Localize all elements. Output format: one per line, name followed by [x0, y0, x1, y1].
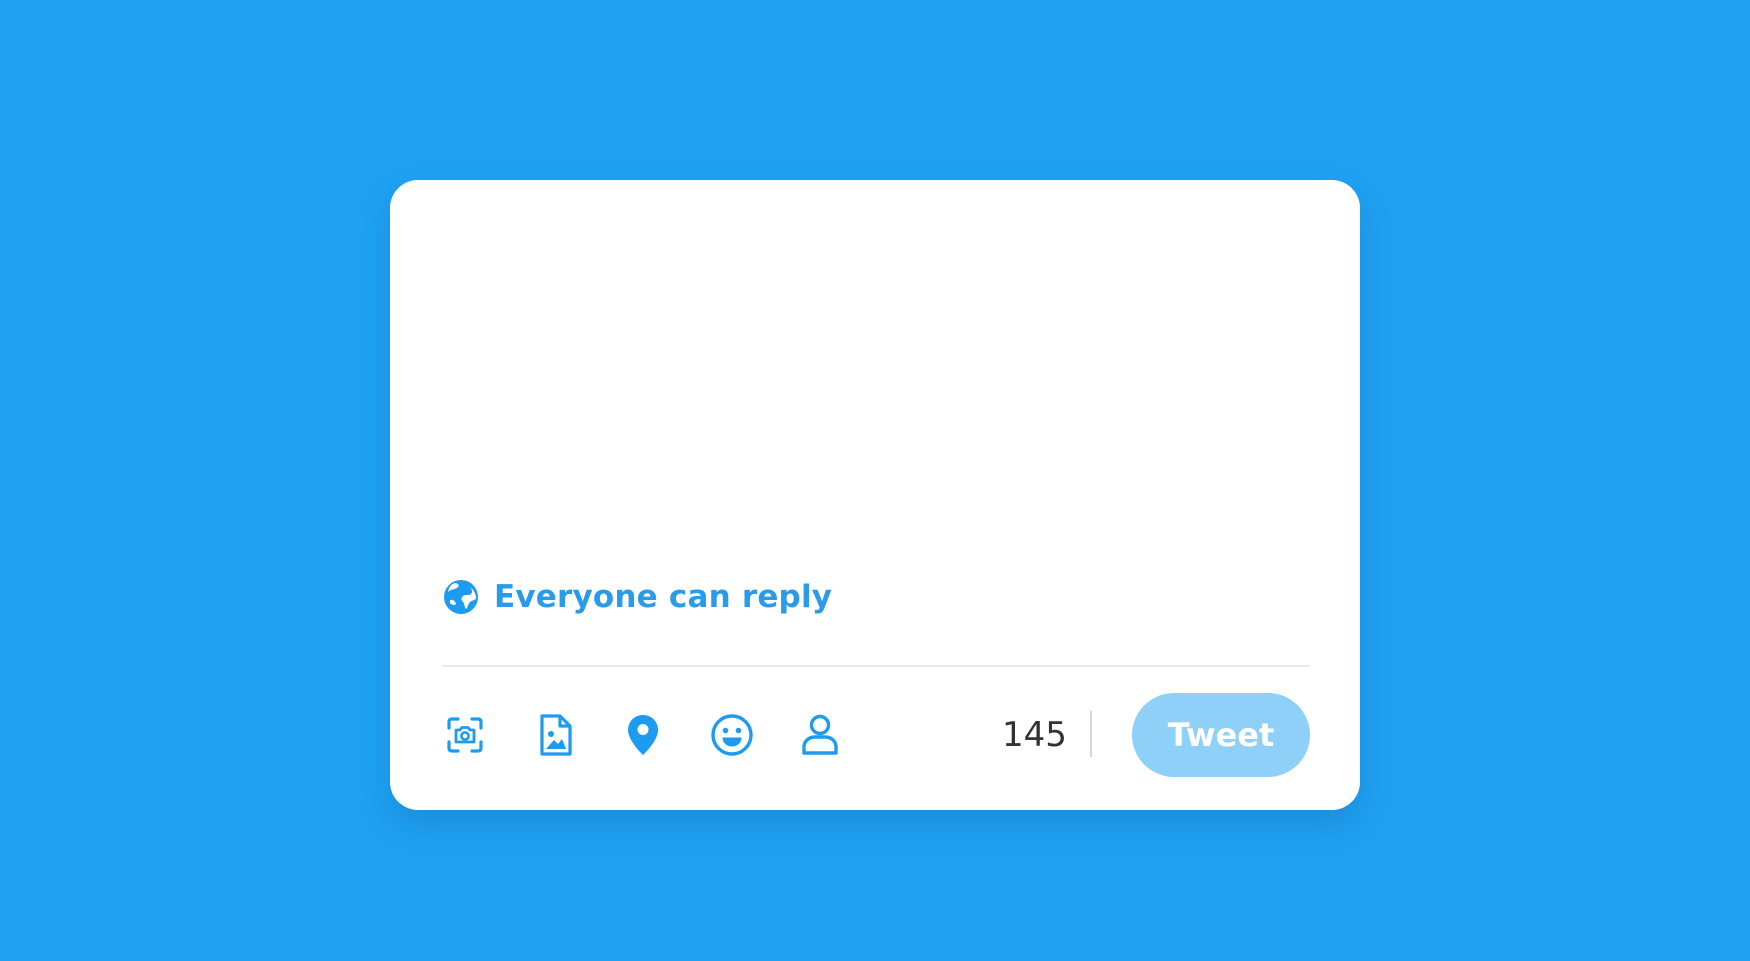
emoji-icon: [711, 714, 753, 756]
tag-people-button[interactable]: [797, 712, 843, 758]
location-button[interactable]: [620, 712, 666, 758]
reply-setting-button[interactable]: Everyone can reply: [442, 576, 832, 618]
tweet-button[interactable]: Tweet: [1132, 693, 1310, 777]
tweet-composer-card: Everyone can reply 145 Tweet: [390, 180, 1360, 810]
camera-scan-button[interactable]: [442, 712, 488, 758]
globe-icon: [444, 580, 478, 614]
divider: [442, 665, 1310, 667]
attach-image-button[interactable]: [532, 712, 578, 758]
camera-scan-icon: [447, 717, 483, 753]
character-count: 145: [1002, 715, 1067, 755]
composer-toolbar: 145 Tweet: [442, 693, 1310, 777]
location-pin-icon: [628, 715, 658, 755]
image-file-icon: [540, 714, 572, 756]
toolbar-separator: [1090, 711, 1092, 757]
reply-setting-label: Everyone can reply: [494, 579, 833, 615]
emoji-button[interactable]: [709, 712, 755, 758]
user-icon: [802, 714, 838, 755]
tweet-text-input[interactable]: [442, 252, 1312, 552]
page-background: Everyone can reply 145 Tweet: [0, 0, 1750, 961]
